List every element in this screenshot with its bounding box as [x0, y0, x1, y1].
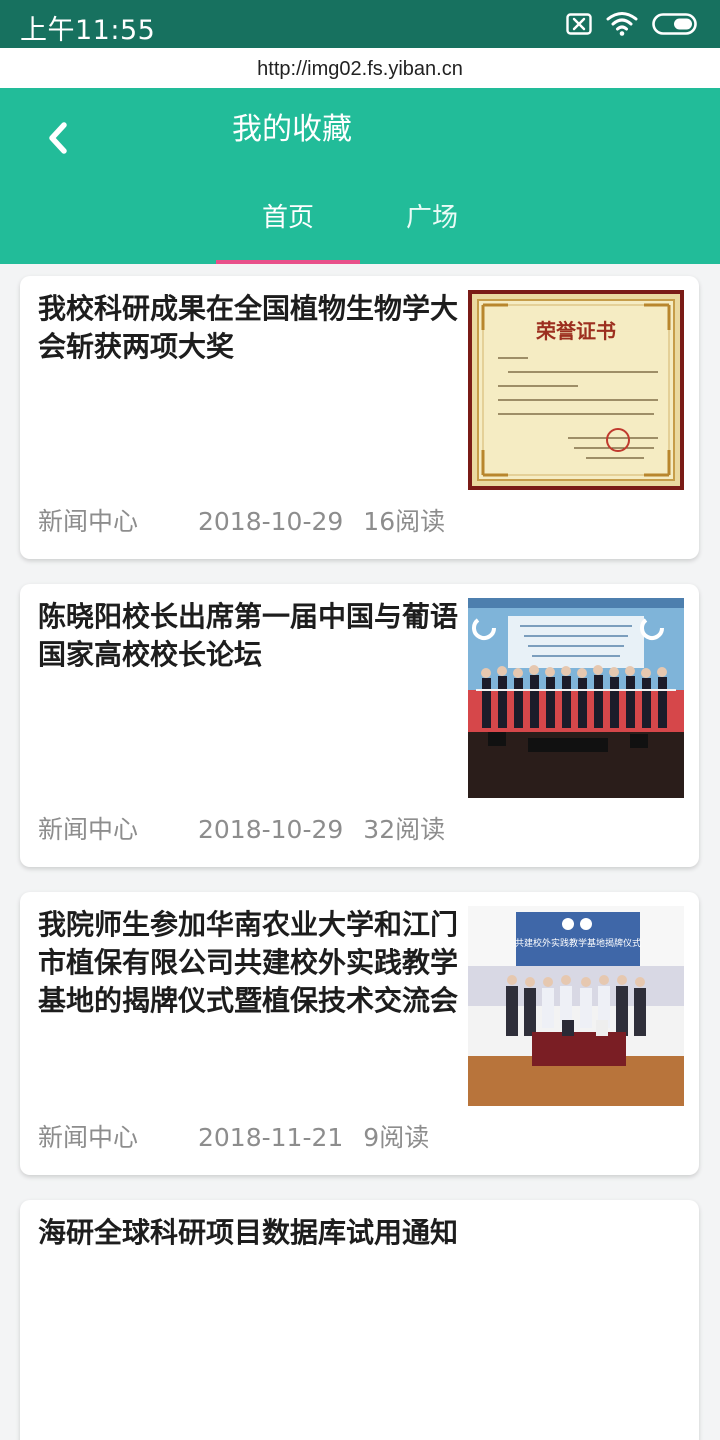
signing-ceremony-photo: 共建校外实践教学基地揭牌仪式 — [468, 906, 684, 1106]
article-title: 我校科研成果在全国植物生物学大会斩获两项大奖 — [38, 292, 459, 363]
article-date: 2018-10-29 — [198, 815, 344, 844]
status-time: 上午11:55 — [20, 15, 156, 46]
article-card[interactable]: 我校科研成果在全国植物生物学大会斩获两项大奖 荣誉证书 新闻中心 2018-10… — [20, 276, 699, 559]
article-card[interactable]: 陈晓阳校长出席第一届中国与葡语国家高校校长论坛 新闻中心 2018-10-29 … — [20, 584, 699, 867]
tab-square[interactable]: 广场 — [360, 196, 504, 264]
ribbon-cutting-photo — [468, 598, 684, 798]
article-thumbnail: 荣誉证书 — [468, 290, 684, 490]
battery-icon — [652, 13, 697, 35]
sim-off-icon — [566, 13, 592, 35]
article-thumbnail — [468, 598, 684, 798]
article-card[interactable]: 我院师生参加华南农业大学和江门市植保有限公司共建校外实践教学基地的揭牌仪式暨植保… — [20, 892, 699, 1175]
tab-square-label: 广场 — [405, 203, 458, 233]
url-text: http://img02.fs.yiban.cn — [257, 58, 463, 80]
status-icons — [566, 11, 700, 37]
article-meta: 新闻中心 2018-11-21 9阅读 — [38, 1120, 429, 1156]
article-thumbnail: 共建校外实践教学基地揭牌仪式 — [468, 906, 684, 1106]
article-meta: 新闻中心 2018-10-29 32阅读 — [38, 812, 445, 848]
page-title: 我的收藏 — [232, 112, 352, 147]
certificate-heading: 荣誉证书 — [535, 319, 616, 343]
article-date: 2018-10-29 — [198, 507, 344, 536]
favorites-list: 我校科研成果在全国植物生物学大会斩获两项大奖 荣誉证书 新闻中心 2018-10… — [0, 264, 720, 1440]
wifi-icon — [606, 12, 638, 36]
article-date: 2018-11-21 — [198, 1123, 344, 1152]
article-source: 新闻中心 — [38, 815, 139, 844]
tab-home-label: 首页 — [261, 203, 314, 233]
tab-bar: 首页 广场 — [0, 196, 720, 264]
article-title: 我院师生参加华南农业大学和江门市植保有限公司共建校外实践教学基地的揭牌仪式暨植保… — [38, 908, 459, 1017]
article-title: 海研全球科研项目数据库试用通知 — [38, 1216, 459, 1249]
article-source: 新闻中心 — [38, 507, 139, 536]
banner-text: 共建校外实践教学基地揭牌仪式 — [515, 937, 641, 949]
article-read-count: 32阅读 — [363, 815, 446, 844]
article-source: 新闻中心 — [38, 1123, 139, 1152]
app-header: 我的收藏 首页 广场 — [0, 88, 720, 264]
article-title: 陈晓阳校长出席第一届中国与葡语国家高校校长论坛 — [38, 600, 459, 671]
article-meta: 新闻中心 2018-10-29 16阅读 — [38, 504, 445, 540]
article-card[interactable]: 海研全球科研项目数据库试用通知 — [20, 1200, 699, 1440]
certificate-photo: 荣誉证书 — [468, 290, 684, 490]
article-read-count: 16阅读 — [363, 507, 446, 536]
status-bar: 上午11:55 — [0, 0, 720, 48]
article-read-count: 9阅读 — [363, 1123, 430, 1152]
chevron-left-icon — [49, 122, 67, 154]
back-button[interactable] — [34, 108, 82, 168]
url-bar: http://img02.fs.yiban.cn — [0, 48, 720, 88]
tab-home[interactable]: 首页 — [216, 196, 360, 264]
